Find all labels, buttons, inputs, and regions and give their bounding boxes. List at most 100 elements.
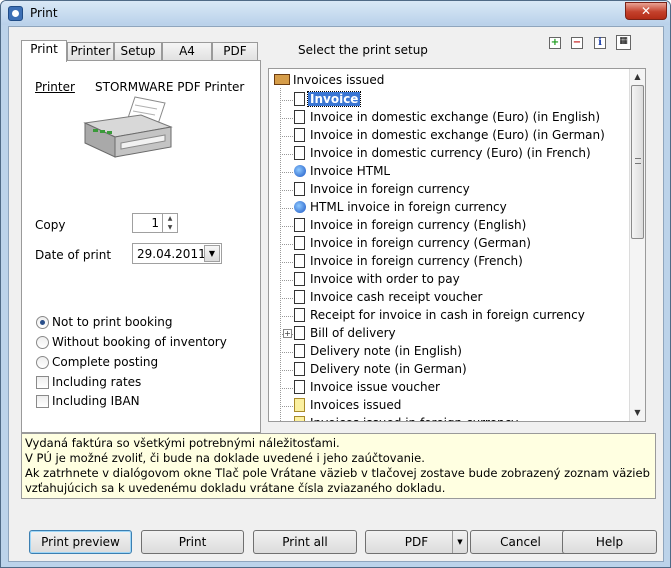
add-icon[interactable]: + (549, 37, 561, 49)
cancel-button[interactable]: Cancel (470, 530, 571, 554)
tree-item[interactable]: HTML invoice in foreign currency (280, 199, 610, 217)
grip-icon (635, 158, 641, 164)
tree-item[interactable]: Invoice in foreign currency (English) (280, 217, 610, 235)
tree-item-label: HTML invoice in foreign currency (310, 200, 507, 214)
radio-button[interactable] (36, 336, 49, 349)
tree-item[interactable]: Invoice in foreign currency (German) (280, 235, 610, 253)
tree-item[interactable]: Invoices issued (280, 397, 610, 415)
document-icon (294, 110, 305, 124)
print-tab-panel: Printer STORMWARE PDF Printer Copy 1 ▲ ▼… (21, 60, 261, 433)
tree-item-label: Invoice HTML (310, 164, 391, 178)
tree-item[interactable]: Delivery note (in German) (280, 361, 610, 379)
title-bar[interactable]: Print ✕ (1, 1, 670, 25)
report-document-icon (294, 416, 305, 421)
pdf-dropdown-icon[interactable]: ▼ (452, 531, 467, 553)
printer-link[interactable]: Printer (35, 80, 75, 94)
close-button[interactable]: ✕ (625, 2, 667, 20)
tree-scrollbar[interactable]: ▲ ▼ (629, 69, 645, 421)
expand-icon[interactable]: + (283, 329, 292, 338)
tree-branch-line (280, 406, 293, 407)
tree-item[interactable]: Invoice in domestic currency (Euro) (in … (280, 145, 610, 163)
printer-name: STORMWARE PDF Printer (95, 80, 245, 94)
tab-print[interactable]: Print (21, 40, 67, 62)
checkbox[interactable] (36, 376, 49, 389)
scroll-down-icon[interactable]: ▼ (630, 405, 645, 421)
tab-setup[interactable]: Setup (114, 42, 162, 61)
tree-item[interactable]: Invoices issued in foreign currency (280, 415, 610, 421)
document-icon (294, 308, 305, 322)
tree-item[interactable]: Delivery note (in English) (280, 343, 610, 361)
tree-item[interactable]: Invoice in foreign currency (French) (280, 253, 610, 271)
spin-down-icon[interactable]: ▼ (163, 223, 177, 232)
scroll-thumb[interactable] (631, 85, 644, 239)
tree-branch-line (280, 298, 293, 299)
description-line: vzťahujúcich sa k uvedenému dokladu vrát… (25, 481, 446, 495)
tree-branch-line (280, 100, 293, 101)
tree-item[interactable]: Invoice with order to pay (280, 271, 610, 289)
tree-item-label: Delivery note (in English) (310, 344, 462, 358)
tree-branch-line (280, 244, 293, 245)
tree-item[interactable]: Invoice HTML (280, 163, 610, 181)
tree-item[interactable]: Invoice in foreign currency (280, 181, 610, 199)
info-icon[interactable]: i (594, 37, 606, 49)
tree-item[interactable]: Invoice cash receipt voucher (280, 289, 610, 307)
tree-item[interactable]: Invoice (280, 91, 610, 109)
tree-item[interactable]: Invoice in domestic exchange (Euro) (in … (280, 127, 610, 145)
pdf-button[interactable]: PDF ▼ (365, 530, 468, 554)
copy-stepper[interactable]: 1 ▲ ▼ (132, 213, 178, 233)
radio-button[interactable] (36, 356, 49, 369)
printer-illustration (83, 96, 173, 158)
description-line: Vydaná faktúra so všetkými potrebnými ná… (25, 436, 340, 450)
tree-branch-line (280, 388, 293, 389)
remove-icon[interactable]: − (571, 37, 583, 49)
tree-item-label: Invoice in domestic exchange (Euro) (in … (310, 128, 605, 142)
tree-branch-line (280, 352, 293, 353)
book-icon (274, 74, 290, 85)
tree-branch-line (280, 280, 293, 281)
print-button[interactable]: Print (141, 530, 244, 554)
tree-item-label: Invoice in domestic currency (Euro) (in … (310, 146, 591, 160)
tree-item[interactable]: + Bill of delivery (280, 325, 610, 343)
tree-item-label: Receipt for invoice in cash in foreign c… (310, 308, 585, 322)
tree-item-label: Invoices issued in foreign currency (310, 416, 518, 421)
document-icon (294, 236, 305, 250)
tree-item[interactable]: Invoice in domestic exchange (Euro) (in … (280, 109, 610, 127)
document-icon (294, 290, 305, 304)
html-document-icon (294, 165, 306, 177)
document-icon (294, 146, 305, 160)
date-picker[interactable]: 29.04.2011 ▼ (132, 243, 222, 264)
print-dialog: Print ✕ Print Printer Setup A4 PDF Print… (0, 0, 671, 568)
print-preview-button[interactable]: Print preview (29, 530, 132, 554)
tree-branch-line (280, 208, 293, 209)
tree-item-label: Invoice in domestic exchange (Euro) (in … (310, 110, 601, 124)
document-icon (294, 272, 305, 286)
scroll-up-icon[interactable]: ▲ (630, 69, 645, 85)
checkbox[interactable] (36, 395, 49, 408)
print-all-button[interactable]: Print all (253, 530, 357, 554)
document-icon (294, 326, 305, 340)
pdf-button-label: PDF (404, 535, 429, 549)
window-title: Print (30, 6, 58, 20)
radio-button[interactable] (36, 316, 49, 329)
select-setup-title: Select the print setup (298, 43, 428, 57)
tree-item-label: Invoice in foreign currency (German) (310, 236, 531, 250)
tab-a4[interactable]: A4 (162, 42, 212, 61)
tree-item[interactable]: Invoice issue voucher (280, 379, 610, 397)
calendar-icon[interactable]: ▦ (616, 35, 631, 50)
help-button[interactable]: Help (562, 530, 657, 554)
document-icon (294, 182, 305, 196)
tab-printer[interactable]: Printer (67, 42, 114, 61)
tree-branch-line (280, 154, 293, 155)
document-icon (294, 380, 305, 394)
tab-pdf[interactable]: PDF (212, 42, 258, 61)
dropdown-arrow-icon[interactable]: ▼ (204, 245, 220, 262)
document-icon (294, 218, 305, 232)
tree-branch-line (280, 226, 293, 227)
checkbox-label: Including IBAN (52, 394, 140, 408)
tree-item[interactable]: Receipt for invoice in cash in foreign c… (280, 307, 610, 325)
tree-branch-line (280, 316, 293, 317)
spin-up-icon[interactable]: ▲ (163, 214, 177, 223)
report-document-icon (294, 398, 305, 412)
print-setup-tree[interactable]: Invoices issued Invoice Invoice in domest… (268, 68, 646, 422)
copy-value: 1 (151, 216, 159, 230)
